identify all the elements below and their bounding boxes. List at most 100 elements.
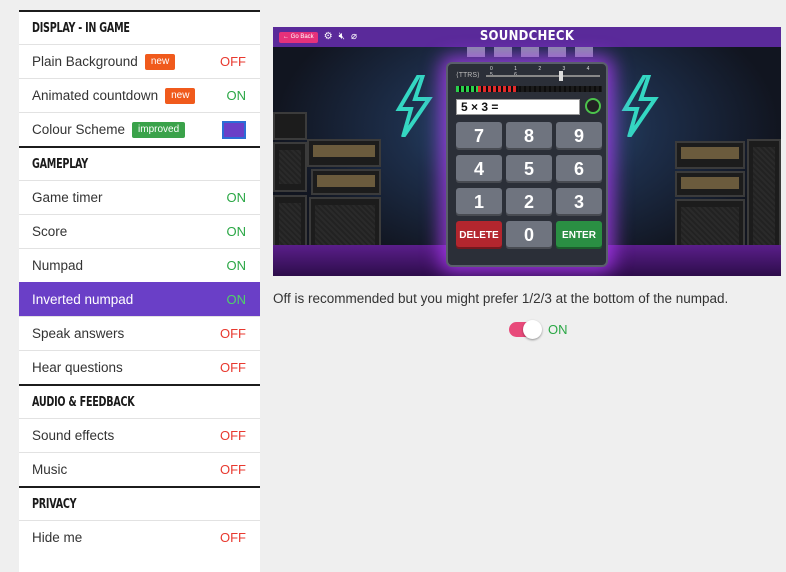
setting-label: Hear questions xyxy=(32,360,123,375)
setting-badge: new xyxy=(165,87,196,104)
setting-row-music[interactable]: Music OFF xyxy=(19,452,260,486)
setting-label: Inverted numpad xyxy=(32,292,134,307)
stage-lamp xyxy=(548,47,566,57)
lightning-bolt-left-icon xyxy=(395,75,433,137)
volume-meter: ⟨TTRS⟩ 0 1 2 3 4 5 6 xyxy=(456,66,602,81)
numpad-key-9[interactable]: 9 xyxy=(556,122,602,150)
amp-left-top xyxy=(273,112,307,140)
setting-label: Numpad xyxy=(32,258,84,273)
section-header: GAMEPLAY xyxy=(19,146,260,180)
setting-row-animated-countdown[interactable]: Animated countdown new ON xyxy=(19,78,260,112)
setting-label: Game timer xyxy=(32,190,103,205)
stage-lamp xyxy=(467,47,485,57)
numpad-key-6[interactable]: 6 xyxy=(556,155,602,183)
setting-value: OFF xyxy=(220,530,246,545)
amp-left2-mid xyxy=(311,169,381,195)
setting-label-group: Music xyxy=(32,462,67,477)
setting-label-group: Sound effects xyxy=(32,428,114,443)
numpad-key-enter[interactable]: ENTER xyxy=(556,221,602,249)
setting-row-hear-questions[interactable]: Hear questions OFF xyxy=(19,350,260,384)
setting-label: Hide me xyxy=(32,530,83,545)
led-red xyxy=(478,86,518,92)
setting-row-colour-scheme[interactable]: Colour Scheme improved xyxy=(19,112,260,146)
setting-row-score[interactable]: Score ON xyxy=(19,214,260,248)
meter-knob[interactable] xyxy=(559,71,563,81)
setting-badge: new xyxy=(144,53,176,70)
setting-row-sound-effects[interactable]: Sound effects OFF xyxy=(19,418,260,452)
setting-toggle-wrap: ON xyxy=(509,320,568,339)
setting-label-group: Inverted numpad xyxy=(32,292,133,307)
section-title: GAMEPLAY xyxy=(32,156,88,172)
setting-label: Score xyxy=(32,224,68,239)
setting-label: Speak answers xyxy=(32,326,125,341)
setting-value: OFF xyxy=(220,428,246,443)
setting-label: Music xyxy=(32,462,68,477)
setting-row-game-timer[interactable]: Game timer ON xyxy=(19,180,260,214)
setting-value: OFF xyxy=(220,54,246,69)
game-title: SOUNDCHECK xyxy=(479,29,575,44)
setting-label: Sound effects xyxy=(32,428,115,443)
setting-value: OFF xyxy=(220,462,246,477)
amp-right-edge xyxy=(747,139,781,259)
dial-icon xyxy=(585,98,601,114)
amp-left2-head xyxy=(307,139,381,167)
numpad-key-3[interactable]: 3 xyxy=(556,188,602,216)
amp-right-head xyxy=(675,141,745,169)
lightning-bolt-right-icon xyxy=(621,75,659,137)
setting-label: Plain Background xyxy=(32,54,138,69)
question-display: 5 × 3 = xyxy=(456,99,580,115)
setting-badge: improved xyxy=(132,121,186,138)
stage-lamp xyxy=(521,47,539,57)
setting-row-numpad[interactable]: Numpad ON xyxy=(19,248,260,282)
section-header: DISPLAY - IN GAME xyxy=(19,10,260,44)
brand-logo-icon: ⟨TTRS⟩ xyxy=(456,72,480,79)
setting-value: ON xyxy=(226,258,247,273)
numpad-key-5[interactable]: 5 xyxy=(506,155,552,183)
numpad-key-4[interactable]: 4 xyxy=(456,155,502,183)
setting-label-group: Score xyxy=(32,224,67,239)
numpad-key-2[interactable]: 2 xyxy=(506,188,552,216)
section-title: DISPLAY - IN GAME xyxy=(32,20,130,36)
setting-label: Colour Scheme xyxy=(32,122,126,137)
colour-swatch[interactable] xyxy=(222,120,246,139)
setting-row-plain-background[interactable]: Plain Background new OFF xyxy=(19,44,260,78)
setting-value: ON xyxy=(226,224,247,239)
section-header: AUDIO & FEEDBACK xyxy=(19,384,260,418)
setting-value: ON xyxy=(226,292,247,307)
setting-label-group: Hear questions xyxy=(32,360,123,375)
toggle-state-label: ON xyxy=(548,322,568,337)
numpad-key-0[interactable]: 0 xyxy=(506,221,552,249)
setting-hint: Off is recommended but you might prefer … xyxy=(273,291,729,306)
numpad-key-8[interactable]: 8 xyxy=(506,122,552,150)
setting-value: ON xyxy=(226,88,247,103)
setting-row-inverted-numpad[interactable]: Inverted numpad ON xyxy=(19,282,260,316)
amp-right-mid xyxy=(675,171,745,197)
toggle-thumb[interactable] xyxy=(523,320,542,339)
stage-lamp xyxy=(575,47,593,57)
setting-label-group: Animated countdown new xyxy=(32,87,196,104)
led-level-bar xyxy=(456,86,602,92)
numpad-key-delete[interactable]: DELETE xyxy=(456,221,502,249)
setting-value: OFF xyxy=(220,360,246,375)
setting-label-group: Game timer xyxy=(32,190,103,205)
setting-label-group: Plain Background new xyxy=(32,53,176,70)
setting-label-group: Colour Scheme improved xyxy=(32,121,186,138)
led-green xyxy=(456,86,478,92)
section-title: PRIVACY xyxy=(32,496,77,512)
meter-track xyxy=(486,75,600,77)
game-preview: ← Go Back ⚙ 🔇︎ ⌀ SOUNDCHECK ⟨TTRS⟩ 0 1 2… xyxy=(273,27,781,276)
setting-value: OFF xyxy=(220,326,246,341)
setting-label-group: Numpad xyxy=(32,258,83,273)
setting-row-speak-answers[interactable]: Speak answers OFF xyxy=(19,316,260,350)
section-title: AUDIO & FEEDBACK xyxy=(32,394,135,410)
numpad-key-7[interactable]: 7 xyxy=(456,122,502,150)
setting-toggle[interactable] xyxy=(509,320,542,339)
setting-label-group: Speak answers xyxy=(32,326,124,341)
setting-label: Animated countdown xyxy=(32,88,159,103)
numpad-key-1[interactable]: 1 xyxy=(456,188,502,216)
settings-sidebar: DISPLAY - IN GAME Plain Background new OFF A… xyxy=(19,10,260,572)
amp-left-head xyxy=(273,142,307,192)
setting-label-group: Hide me xyxy=(32,530,82,545)
setting-row-hide-me[interactable]: Hide me OFF xyxy=(19,520,260,554)
section-header: PRIVACY xyxy=(19,486,260,520)
